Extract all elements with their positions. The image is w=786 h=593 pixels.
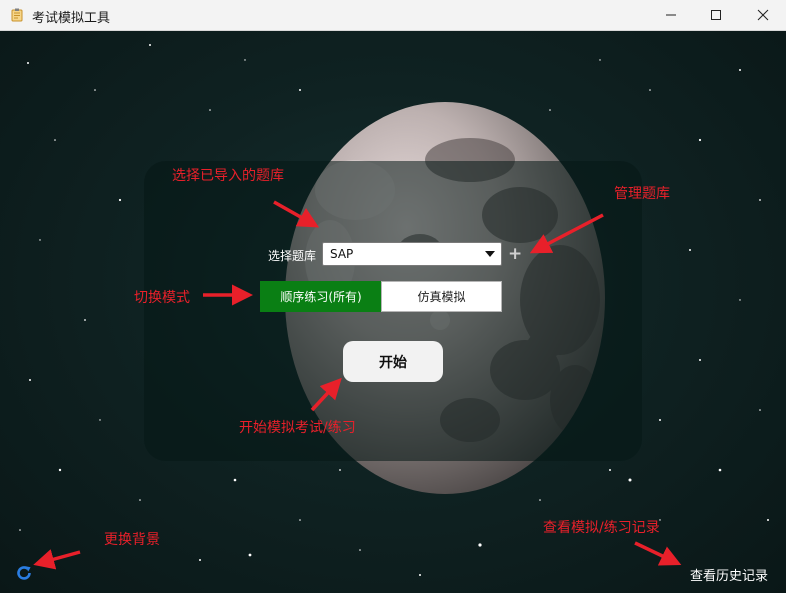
library-label: 选择题库: [268, 249, 317, 263]
maximize-icon: [711, 10, 721, 20]
title-bar: 考试模拟工具: [0, 0, 786, 31]
annotation-select-library: 选择已导入的题库: [172, 168, 284, 184]
mode-simulation-label: 仿真模拟: [417, 290, 466, 304]
mode-sequential-label: 顺序练习(所有): [280, 290, 362, 304]
mode-sequential-button[interactable]: 顺序练习(所有): [260, 281, 382, 312]
mode-simulation-button[interactable]: 仿真模拟: [381, 281, 502, 312]
annotation-view-records: 查看模拟/练习记录: [543, 520, 660, 536]
minimize-icon: [666, 14, 676, 16]
close-button[interactable]: [740, 0, 786, 30]
start-button-label: 开始: [379, 354, 407, 371]
dropdown-arrow-icon: [485, 251, 495, 257]
annotation-switch-mode: 切换模式: [134, 290, 190, 306]
close-icon: [757, 9, 769, 21]
minimize-button[interactable]: [648, 0, 694, 30]
history-link[interactable]: 查看历史记录: [690, 565, 768, 584]
maximize-button[interactable]: [693, 0, 739, 30]
notepad-icon: [11, 8, 23, 22]
annotation-start: 开始模拟考试/练习: [239, 420, 356, 436]
refresh-icon[interactable]: [15, 564, 33, 582]
library-select-value: SAP: [330, 247, 354, 261]
library-select[interactable]: SAP: [322, 242, 502, 266]
annotation-change-background: 更换背景: [104, 532, 160, 548]
manage-library-button[interactable]: +: [508, 245, 522, 263]
annotation-manage-library: 管理题库: [614, 186, 670, 202]
start-button[interactable]: 开始: [343, 341, 443, 382]
window-title: 考试模拟工具: [32, 11, 111, 26]
